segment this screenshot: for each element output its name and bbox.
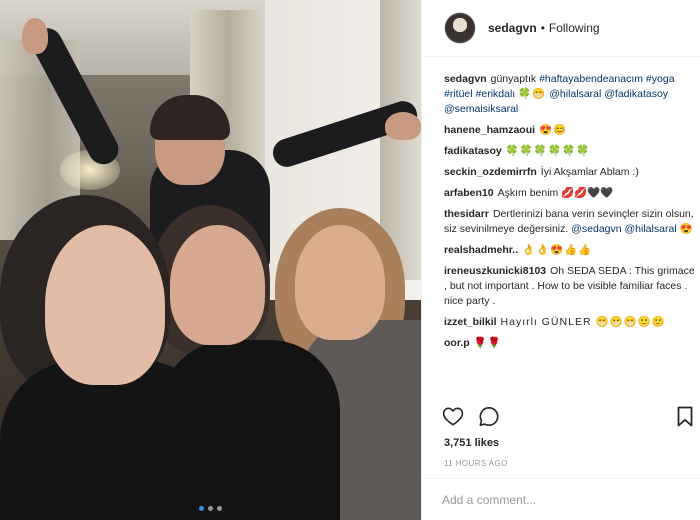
photo-person-middle-head bbox=[170, 225, 265, 345]
caption-text: günyaptık bbox=[490, 73, 537, 85]
comment: oor.p 🌹🌹 bbox=[444, 336, 696, 351]
comment-username[interactable]: hanene_hamzaoui bbox=[444, 124, 535, 136]
hashtag-link[interactable]: #erikdalı bbox=[476, 88, 516, 100]
comment: arfaben10 Aşkım benim 💋💋🖤🖤 bbox=[444, 186, 696, 201]
photo-person-right-head bbox=[295, 225, 385, 340]
caption: sedagvn günyaptık #haftayabendeanacım #yo… bbox=[444, 72, 696, 117]
comment: realshadmehr.. 👌👌😍👍👍 bbox=[444, 243, 696, 258]
bookmark-icon[interactable] bbox=[677, 406, 693, 432]
photo-person-front-head bbox=[45, 225, 165, 385]
comment: hanene_hamzaoui 😍😊 bbox=[444, 123, 696, 138]
hashtag-link[interactable]: #haftayabendeanacım bbox=[539, 73, 643, 85]
comment-username[interactable]: ireneuszkunicki8103 bbox=[444, 265, 546, 277]
carousel-dot[interactable] bbox=[217, 506, 222, 511]
mention-link[interactable]: @semaisiksaral bbox=[444, 103, 518, 115]
post-actions bbox=[442, 406, 500, 427]
header-separator: • bbox=[540, 21, 545, 35]
avatar[interactable] bbox=[444, 12, 476, 44]
caption-emoji: 🍀😁 bbox=[518, 88, 547, 100]
caption-username[interactable]: sedagvn bbox=[444, 73, 487, 85]
carousel-dot[interactable] bbox=[208, 506, 213, 511]
comment-username[interactable]: oor.p bbox=[444, 337, 470, 349]
carousel-dot[interactable] bbox=[199, 506, 204, 511]
comment-username[interactable]: realshadmehr.. bbox=[444, 244, 518, 256]
photo-hand-left bbox=[22, 18, 48, 54]
comment: seckin_ozdemirrfn İyi Akşamlar Ablam :) bbox=[444, 165, 696, 180]
comment: fadikatasoy 🍀🍀🍀🍀🍀🍀 bbox=[444, 144, 696, 159]
mention-link[interactable]: @fadikatasoy bbox=[604, 88, 668, 100]
comment-username[interactable]: thesidarr bbox=[444, 208, 489, 220]
comment-icon[interactable] bbox=[478, 406, 500, 427]
comment-text: Hayırlı GÜNLER 😁😁😁🙂🙂 bbox=[500, 316, 666, 328]
following-button[interactable]: Following bbox=[549, 21, 600, 35]
comment-text: 😍😊 bbox=[539, 124, 568, 136]
comment-username[interactable]: izzet_bilkil bbox=[444, 316, 497, 328]
comment: ireneuszkunicki8103 Oh SEDA SEDA : This g… bbox=[444, 264, 696, 309]
comments-list: sedagvn günyaptık #haftayabendeanacım #yo… bbox=[444, 72, 696, 357]
comment-username[interactable]: arfaben10 bbox=[444, 187, 494, 199]
header-username[interactable]: sedagvn bbox=[488, 21, 537, 35]
hashtag-link[interactable]: #ritüel bbox=[444, 88, 473, 100]
post-side-panel: sedagvn • Following sedagvn günyaptık #ha… bbox=[421, 0, 700, 520]
comment-text: 🍀🍀🍀🍀🍀🍀 bbox=[505, 145, 591, 157]
comment-username[interactable]: fadikatasoy bbox=[444, 145, 502, 157]
hashtag-link[interactable]: #yoga bbox=[646, 73, 675, 85]
comment-text: Aşkım benim 💋💋🖤🖤 bbox=[497, 187, 614, 199]
mention-link[interactable]: @sedagvn bbox=[571, 223, 621, 235]
likes-count[interactable]: 3,751 likes bbox=[444, 437, 499, 449]
comment: izzet_bilkil Hayırlı GÜNLER 😁😁😁🙂🙂 bbox=[444, 315, 696, 330]
post-timestamp: 11 HOURS AGO bbox=[444, 459, 508, 468]
carousel-dots bbox=[0, 506, 421, 511]
add-comment-bar bbox=[422, 478, 700, 520]
comment-text: 🌹🌹 bbox=[473, 337, 502, 349]
photo-hand-right bbox=[385, 112, 421, 140]
comment-emoji: 😍 bbox=[679, 223, 693, 235]
post-header: sedagvn • Following bbox=[422, 0, 700, 57]
heart-icon[interactable] bbox=[442, 406, 464, 427]
mention-link[interactable]: @hilalsaral bbox=[625, 223, 677, 235]
post-photo[interactable] bbox=[0, 0, 421, 520]
comment-username[interactable]: seckin_ozdemirrfn bbox=[444, 166, 537, 178]
mention-link[interactable]: @hilalsaral bbox=[549, 88, 601, 100]
comment-text: İyi Akşamlar Ablam :) bbox=[540, 166, 639, 178]
comment: thesidarr Dertlerinizi bana verin sevinçl… bbox=[444, 207, 696, 237]
comment-text: 👌👌😍👍👍 bbox=[522, 244, 593, 256]
add-comment-input[interactable] bbox=[442, 492, 672, 507]
